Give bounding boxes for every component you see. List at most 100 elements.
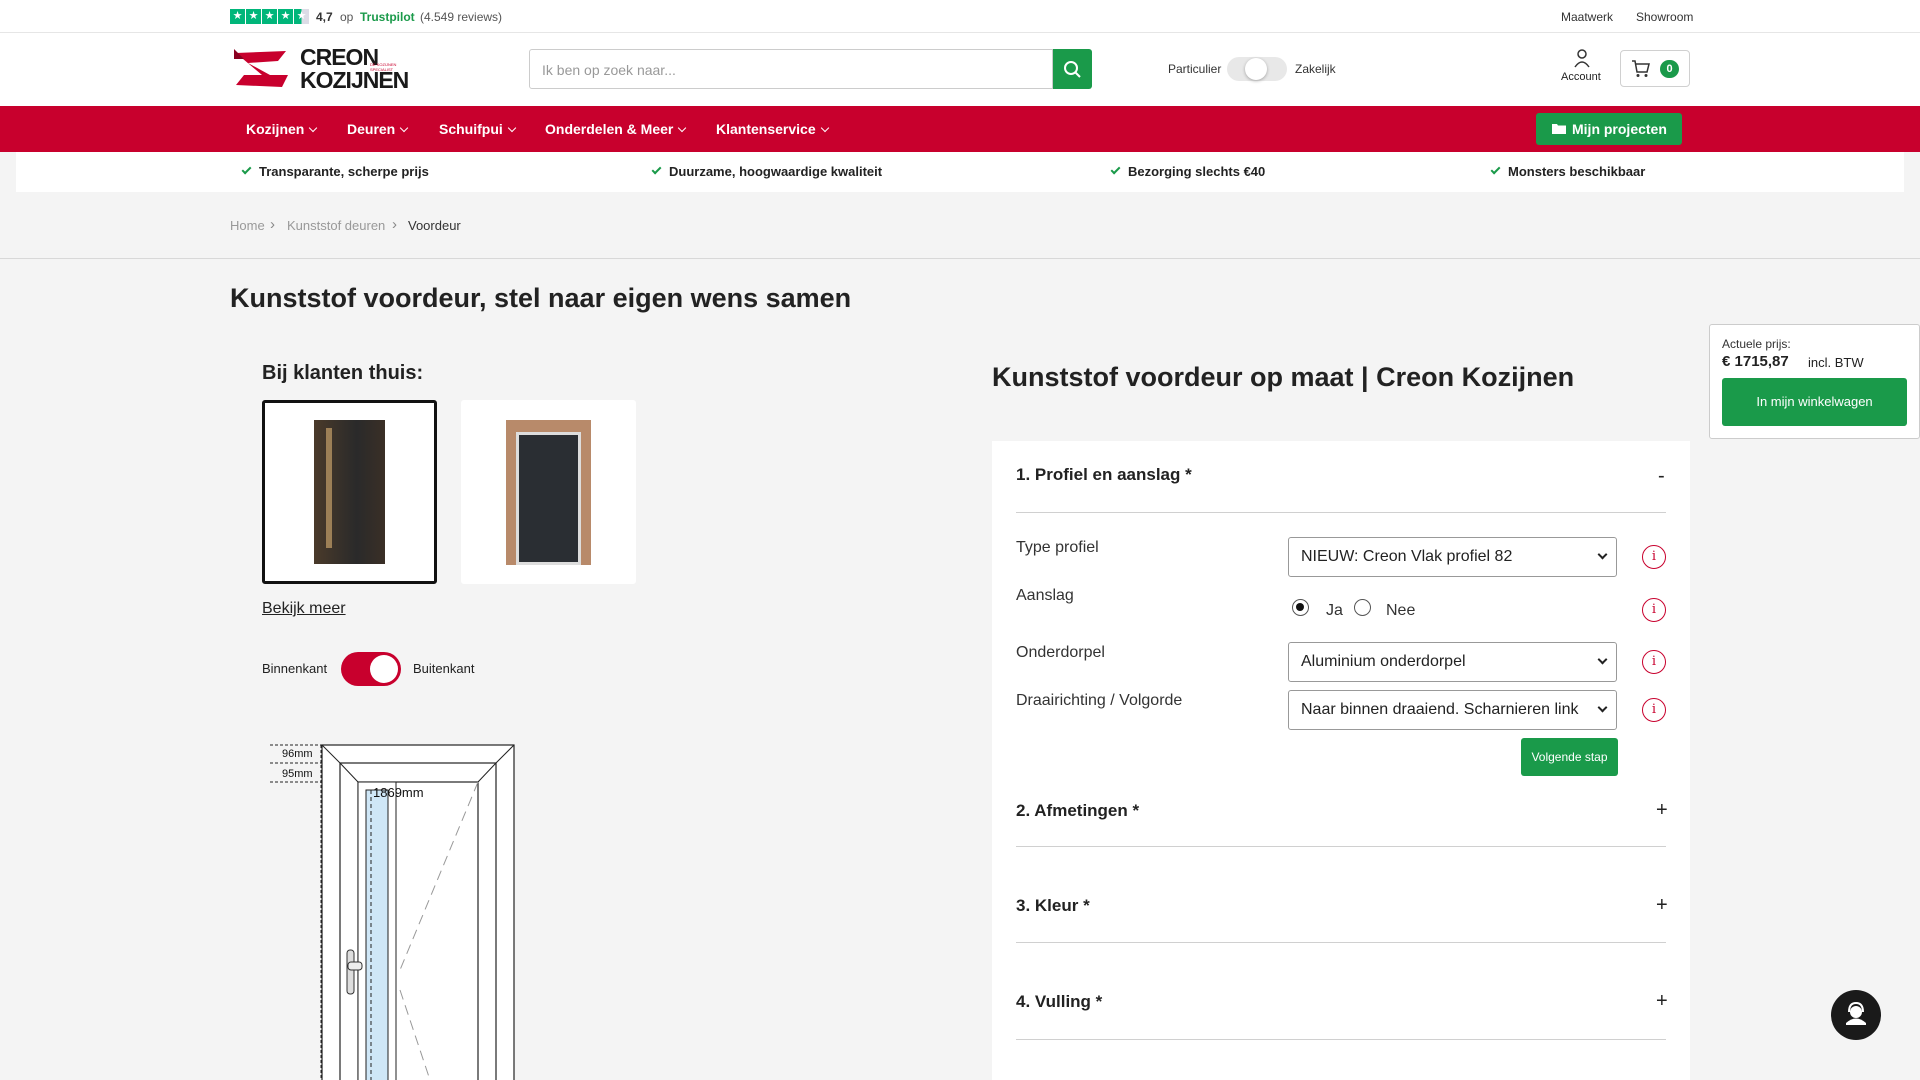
- section-vulling-header[interactable]: 4. Vulling * +: [1016, 990, 1668, 1022]
- chevron-down-icon: [309, 123, 318, 133]
- section-profiel-header[interactable]: 1. Profiel en aanslag * -: [1016, 465, 1666, 505]
- toggle-binnenkant-label: Binnenkant: [262, 661, 328, 676]
- aanslag-nee-label: Nee: [1386, 602, 1416, 619]
- search-icon: [1064, 61, 1081, 78]
- customer-type-toggle[interactable]: [1227, 57, 1287, 81]
- breadcrumb: Home › Kunststof deuren › Voordeur: [0, 192, 1920, 259]
- main-nav: Kozijnen Deuren Schuifpui Onderdelen & M…: [0, 106, 1920, 152]
- nav-item-onderdelen[interactable]: Onderdelen & Meer: [545, 121, 687, 137]
- configurator-panel: 1. Profiel en aanslag * - Type profiel N…: [992, 441, 1690, 1080]
- breadcrumb-home[interactable]: Home: [230, 218, 265, 233]
- rating-value: 4,7: [316, 10, 333, 24]
- cart-count-badge: 0: [1660, 60, 1679, 78]
- price-label: Actuele prijs:: [1722, 337, 1791, 351]
- toggle-zakelijk-label: Zakelijk: [1295, 62, 1336, 76]
- support-agent-icon: [1846, 1001, 1866, 1025]
- search-input[interactable]: Ik ben op zoek naar...: [529, 49, 1053, 89]
- account-label: Account: [1561, 71, 1601, 83]
- chevron-down-icon: [507, 123, 517, 133]
- check-icon: [1110, 164, 1121, 175]
- divider: [1016, 1039, 1666, 1040]
- section-title: 1. Profiel en aanslag *: [1016, 465, 1192, 484]
- trustpilot-stars: ★ ★ ★ ★ ★: [230, 9, 309, 24]
- chevron-down-icon: [1597, 654, 1608, 665]
- star-icon: ★: [278, 9, 293, 24]
- section-title: 2. Afmetingen *: [1016, 801, 1140, 820]
- my-projects-label: Mijn projecten: [1572, 121, 1667, 137]
- section-afmetingen-header[interactable]: 2. Afmetingen * +: [1016, 799, 1668, 831]
- gallery-heading: Bij klanten thuis:: [262, 362, 424, 384]
- usp-text: Monsters beschikbaar: [1508, 164, 1646, 179]
- add-to-cart-button[interactable]: In mijn winkelwagen: [1722, 378, 1907, 426]
- review-count: (4.549 reviews): [420, 10, 503, 24]
- price-box: Actuele prijs: € 1715,87 incl. BTW In mi…: [1709, 324, 1920, 439]
- gallery-more-link[interactable]: Bekijk meer: [262, 600, 346, 618]
- nav-label: Kozijnen: [246, 121, 305, 137]
- nav-item-schuifpui[interactable]: Schuifpui: [439, 121, 517, 137]
- nav-item-kozijnen[interactable]: Kozijnen: [246, 121, 318, 137]
- my-projects-button[interactable]: Mijn projecten: [1536, 113, 1682, 145]
- toggle-particulier-label: Particulier: [1168, 62, 1222, 76]
- star-icon: ★: [262, 9, 277, 24]
- chevron-down-icon: [399, 123, 409, 133]
- account-button[interactable]: Account: [1556, 48, 1608, 92]
- link-showroom[interactable]: Showroom: [1636, 10, 1693, 24]
- nav-label: Klantenservice: [716, 121, 816, 137]
- gallery-thumb-1[interactable]: [262, 400, 437, 584]
- usp-text: Duurzame, hoogwaardige kwaliteit: [669, 164, 883, 179]
- logo-tagline: DE KOZIJNEN SPECIALIST: [370, 62, 397, 72]
- door-photo-2: [506, 420, 591, 565]
- nav-item-klantenservice[interactable]: Klantenservice: [716, 121, 829, 137]
- select-value: Aluminium onderdorpel: [1301, 653, 1466, 670]
- aanslag-nee-radio[interactable]: [1354, 599, 1371, 616]
- chevron-right-icon: ›: [270, 216, 275, 233]
- draairichting-select[interactable]: Naar binnen draaiend. Scharnieren link: [1288, 690, 1617, 730]
- nav-label: Deuren: [347, 121, 396, 137]
- section-title: 4. Vulling *: [1016, 992, 1103, 1011]
- star-half-icon: ★: [294, 9, 309, 24]
- next-step-button[interactable]: Volgende stap: [1521, 738, 1618, 776]
- top-bar: ★ ★ ★ ★ ★ 4,7 op Trustpilot (4.549 revie…: [0, 0, 1920, 33]
- check-icon: [1490, 164, 1501, 175]
- onderdorpel-select[interactable]: Aluminium onderdorpel: [1288, 642, 1617, 682]
- type-profiel-select[interactable]: NIEUW: Creon Vlak profiel 82: [1288, 537, 1617, 577]
- nav-item-deuren[interactable]: Deuren: [347, 121, 409, 137]
- section-kleur-header[interactable]: 3. Kleur * +: [1016, 894, 1668, 926]
- breadcrumb-current: Voordeur: [408, 218, 461, 233]
- aanslag-label: Aanslag: [1016, 587, 1074, 604]
- toggle-knob: [370, 655, 398, 683]
- info-icon[interactable]: i: [1642, 545, 1666, 569]
- breadcrumb-kunststof-deuren[interactable]: Kunststof deuren: [287, 218, 385, 233]
- type-profiel-label: Type profiel: [1016, 539, 1099, 556]
- trustpilot-link[interactable]: Trustpilot: [360, 10, 415, 24]
- usp-bar: Transparante, scherpe prijs Duurzame, ho…: [16, 152, 1904, 192]
- aanslag-ja-radio[interactable]: [1292, 599, 1309, 616]
- usp-item: Transparante, scherpe prijs: [241, 164, 429, 179]
- expand-icon: +: [1656, 894, 1668, 916]
- view-side-toggle[interactable]: [341, 652, 401, 686]
- chevron-right-icon: ›: [392, 216, 397, 233]
- info-icon[interactable]: i: [1642, 650, 1666, 674]
- info-icon[interactable]: i: [1642, 698, 1666, 722]
- cart-button[interactable]: 0: [1620, 50, 1690, 87]
- info-icon[interactable]: i: [1642, 598, 1666, 622]
- usp-text: Bezorging slechts €40: [1128, 164, 1266, 179]
- link-maatwerk[interactable]: Maatwerk: [1561, 10, 1613, 24]
- dimension-label-second: 95mm: [282, 768, 313, 780]
- gallery-thumb-2[interactable]: [461, 400, 636, 584]
- search-button[interactable]: [1053, 49, 1092, 89]
- chat-button[interactable]: [1831, 990, 1881, 1040]
- folder-icon: [1552, 124, 1566, 134]
- usp-item: Duurzame, hoogwaardige kwaliteit: [651, 164, 883, 179]
- logo-mark-icon: [234, 49, 288, 87]
- logo[interactable]: CREON KOZIJNEN DE KOZIJNEN SPECIALIST: [230, 44, 409, 93]
- dimension-label-top: 96mm: [282, 748, 313, 760]
- onderdorpel-label: Onderdorpel: [1016, 644, 1105, 661]
- divider: [1016, 942, 1666, 943]
- chevron-down-icon: [820, 123, 829, 133]
- door-drawing: 96mm 95mm 1869mm: [270, 740, 530, 1080]
- search-placeholder: Ik ben op zoek naar...: [542, 62, 676, 78]
- expand-icon: +: [1656, 990, 1668, 1012]
- chevron-down-icon: [678, 123, 687, 133]
- dimension-label-height: 1869mm: [373, 785, 424, 800]
